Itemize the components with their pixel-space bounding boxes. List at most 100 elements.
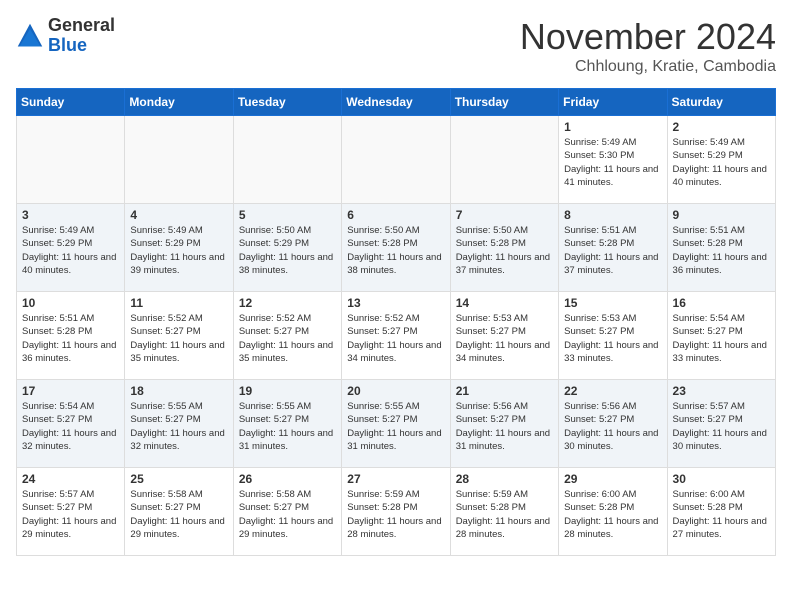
day-info: Sunrise: 5:59 AMSunset: 5:28 PMDaylight:… <box>347 488 444 541</box>
day-number: 6 <box>347 208 444 222</box>
day-info: Sunrise: 5:56 AMSunset: 5:27 PMDaylight:… <box>456 400 553 453</box>
day-number: 4 <box>130 208 227 222</box>
calendar-cell: 25 Sunrise: 5:58 AMSunset: 5:27 PMDayligh… <box>125 468 233 556</box>
calendar-cell: 29 Sunrise: 6:00 AMSunset: 5:28 PMDayligh… <box>559 468 667 556</box>
calendar-cell: 17 Sunrise: 5:54 AMSunset: 5:27 PMDayligh… <box>17 380 125 468</box>
day-info: Sunrise: 5:52 AMSunset: 5:27 PMDaylight:… <box>130 312 227 365</box>
calendar-cell: 4 Sunrise: 5:49 AMSunset: 5:29 PMDaylight… <box>125 204 233 292</box>
day-number: 14 <box>456 296 553 310</box>
day-info: Sunrise: 5:51 AMSunset: 5:28 PMDaylight:… <box>22 312 119 365</box>
day-number: 25 <box>130 472 227 486</box>
weekday-header-friday: Friday <box>559 89 667 116</box>
day-number: 1 <box>564 120 661 134</box>
day-number: 23 <box>673 384 770 398</box>
day-info: Sunrise: 5:50 AMSunset: 5:28 PMDaylight:… <box>456 224 553 277</box>
day-info: Sunrise: 5:49 AMSunset: 5:29 PMDaylight:… <box>130 224 227 277</box>
calendar-cell: 20 Sunrise: 5:55 AMSunset: 5:27 PMDayligh… <box>342 380 450 468</box>
day-number: 27 <box>347 472 444 486</box>
month-title: November 2024 <box>520 16 776 58</box>
day-info: Sunrise: 5:54 AMSunset: 5:27 PMDaylight:… <box>673 312 770 365</box>
calendar-table: SundayMondayTuesdayWednesdayThursdayFrid… <box>16 88 776 556</box>
day-number: 28 <box>456 472 553 486</box>
day-info: Sunrise: 5:49 AMSunset: 5:29 PMDaylight:… <box>22 224 119 277</box>
day-number: 24 <box>22 472 119 486</box>
day-info: Sunrise: 6:00 AMSunset: 5:28 PMDaylight:… <box>673 488 770 541</box>
calendar-cell: 3 Sunrise: 5:49 AMSunset: 5:29 PMDaylight… <box>17 204 125 292</box>
calendar-week-row: 1 Sunrise: 5:49 AMSunset: 5:30 PMDaylight… <box>17 116 776 204</box>
calendar-cell: 7 Sunrise: 5:50 AMSunset: 5:28 PMDaylight… <box>450 204 558 292</box>
day-number: 18 <box>130 384 227 398</box>
calendar-cell: 14 Sunrise: 5:53 AMSunset: 5:27 PMDayligh… <box>450 292 558 380</box>
day-info: Sunrise: 6:00 AMSunset: 5:28 PMDaylight:… <box>564 488 661 541</box>
day-number: 9 <box>673 208 770 222</box>
page-header: General Blue November 2024 Chhloung, Kra… <box>16 16 776 76</box>
location-subtitle: Chhloung, Kratie, Cambodia <box>520 58 776 76</box>
calendar-cell: 1 Sunrise: 5:49 AMSunset: 5:30 PMDaylight… <box>559 116 667 204</box>
day-number: 5 <box>239 208 336 222</box>
weekday-header-monday: Monday <box>125 89 233 116</box>
calendar-cell: 12 Sunrise: 5:52 AMSunset: 5:27 PMDayligh… <box>233 292 341 380</box>
calendar-cell: 26 Sunrise: 5:58 AMSunset: 5:27 PMDayligh… <box>233 468 341 556</box>
calendar-cell: 16 Sunrise: 5:54 AMSunset: 5:27 PMDayligh… <box>667 292 775 380</box>
weekday-header-saturday: Saturday <box>667 89 775 116</box>
calendar-cell: 24 Sunrise: 5:57 AMSunset: 5:27 PMDayligh… <box>17 468 125 556</box>
calendar-cell <box>450 116 558 204</box>
day-info: Sunrise: 5:53 AMSunset: 5:27 PMDaylight:… <box>456 312 553 365</box>
calendar-week-row: 10 Sunrise: 5:51 AMSunset: 5:28 PMDayligh… <box>17 292 776 380</box>
calendar-cell: 27 Sunrise: 5:59 AMSunset: 5:28 PMDayligh… <box>342 468 450 556</box>
calendar-cell: 5 Sunrise: 5:50 AMSunset: 5:29 PMDaylight… <box>233 204 341 292</box>
day-number: 7 <box>456 208 553 222</box>
day-info: Sunrise: 5:50 AMSunset: 5:28 PMDaylight:… <box>347 224 444 277</box>
day-number: 12 <box>239 296 336 310</box>
calendar-cell: 2Sunrise: 5:49 AMSunset: 5:29 PMDaylight… <box>667 116 775 204</box>
day-number: 21 <box>456 384 553 398</box>
calendar-cell: 23Sunrise: 5:57 AMSunset: 5:27 PMDayligh… <box>667 380 775 468</box>
logo: General Blue <box>16 16 115 56</box>
calendar-cell: 9Sunrise: 5:51 AMSunset: 5:28 PMDaylight… <box>667 204 775 292</box>
calendar-cell: 8 Sunrise: 5:51 AMSunset: 5:28 PMDaylight… <box>559 204 667 292</box>
day-number: 2 <box>673 120 770 134</box>
calendar-cell: 10 Sunrise: 5:51 AMSunset: 5:28 PMDayligh… <box>17 292 125 380</box>
day-info: Sunrise: 5:53 AMSunset: 5:27 PMDaylight:… <box>564 312 661 365</box>
day-info: Sunrise: 5:59 AMSunset: 5:28 PMDaylight:… <box>456 488 553 541</box>
day-number: 22 <box>564 384 661 398</box>
day-info: Sunrise: 5:55 AMSunset: 5:27 PMDaylight:… <box>239 400 336 453</box>
day-info: Sunrise: 5:52 AMSunset: 5:27 PMDaylight:… <box>347 312 444 365</box>
logo-general: General <box>48 16 115 36</box>
calendar-cell <box>233 116 341 204</box>
calendar-cell: 11Sunrise: 5:52 AMSunset: 5:27 PMDayligh… <box>125 292 233 380</box>
weekday-header-wednesday: Wednesday <box>342 89 450 116</box>
day-number: 3 <box>22 208 119 222</box>
day-info: Sunrise: 5:55 AMSunset: 5:27 PMDaylight:… <box>347 400 444 453</box>
day-number: 19 <box>239 384 336 398</box>
day-number: 8 <box>564 208 661 222</box>
day-info: Sunrise: 5:57 AMSunset: 5:27 PMDaylight:… <box>22 488 119 541</box>
day-info: Sunrise: 5:58 AMSunset: 5:27 PMDaylight:… <box>130 488 227 541</box>
calendar-cell: 21 Sunrise: 5:56 AMSunset: 5:27 PMDayligh… <box>450 380 558 468</box>
logo-icon <box>16 22 44 50</box>
day-number: 17 <box>22 384 119 398</box>
day-info: Sunrise: 5:54 AMSunset: 5:27 PMDaylight:… <box>22 400 119 453</box>
day-number: 15 <box>564 296 661 310</box>
calendar-week-row: 3 Sunrise: 5:49 AMSunset: 5:29 PMDaylight… <box>17 204 776 292</box>
calendar-cell: 19 Sunrise: 5:55 AMSunset: 5:27 PMDayligh… <box>233 380 341 468</box>
day-info: Sunrise: 5:51 AMSunset: 5:28 PMDaylight:… <box>564 224 661 277</box>
day-info: Sunrise: 5:49 AMSunset: 5:30 PMDaylight:… <box>564 136 661 189</box>
day-info: Sunrise: 5:52 AMSunset: 5:27 PMDaylight:… <box>239 312 336 365</box>
day-info: Sunrise: 5:56 AMSunset: 5:27 PMDaylight:… <box>564 400 661 453</box>
logo-blue: Blue <box>48 36 115 56</box>
day-number: 20 <box>347 384 444 398</box>
calendar-cell <box>17 116 125 204</box>
calendar-cell <box>342 116 450 204</box>
day-number: 13 <box>347 296 444 310</box>
day-info: Sunrise: 5:50 AMSunset: 5:29 PMDaylight:… <box>239 224 336 277</box>
calendar-week-row: 24 Sunrise: 5:57 AMSunset: 5:27 PMDayligh… <box>17 468 776 556</box>
day-number: 30 <box>673 472 770 486</box>
day-number: 26 <box>239 472 336 486</box>
day-info: Sunrise: 5:58 AMSunset: 5:27 PMDaylight:… <box>239 488 336 541</box>
calendar-cell: 13 Sunrise: 5:52 AMSunset: 5:27 PMDayligh… <box>342 292 450 380</box>
calendar-cell: 6 Sunrise: 5:50 AMSunset: 5:28 PMDaylight… <box>342 204 450 292</box>
day-number: 10 <box>22 296 119 310</box>
day-number: 16 <box>673 296 770 310</box>
day-number: 29 <box>564 472 661 486</box>
